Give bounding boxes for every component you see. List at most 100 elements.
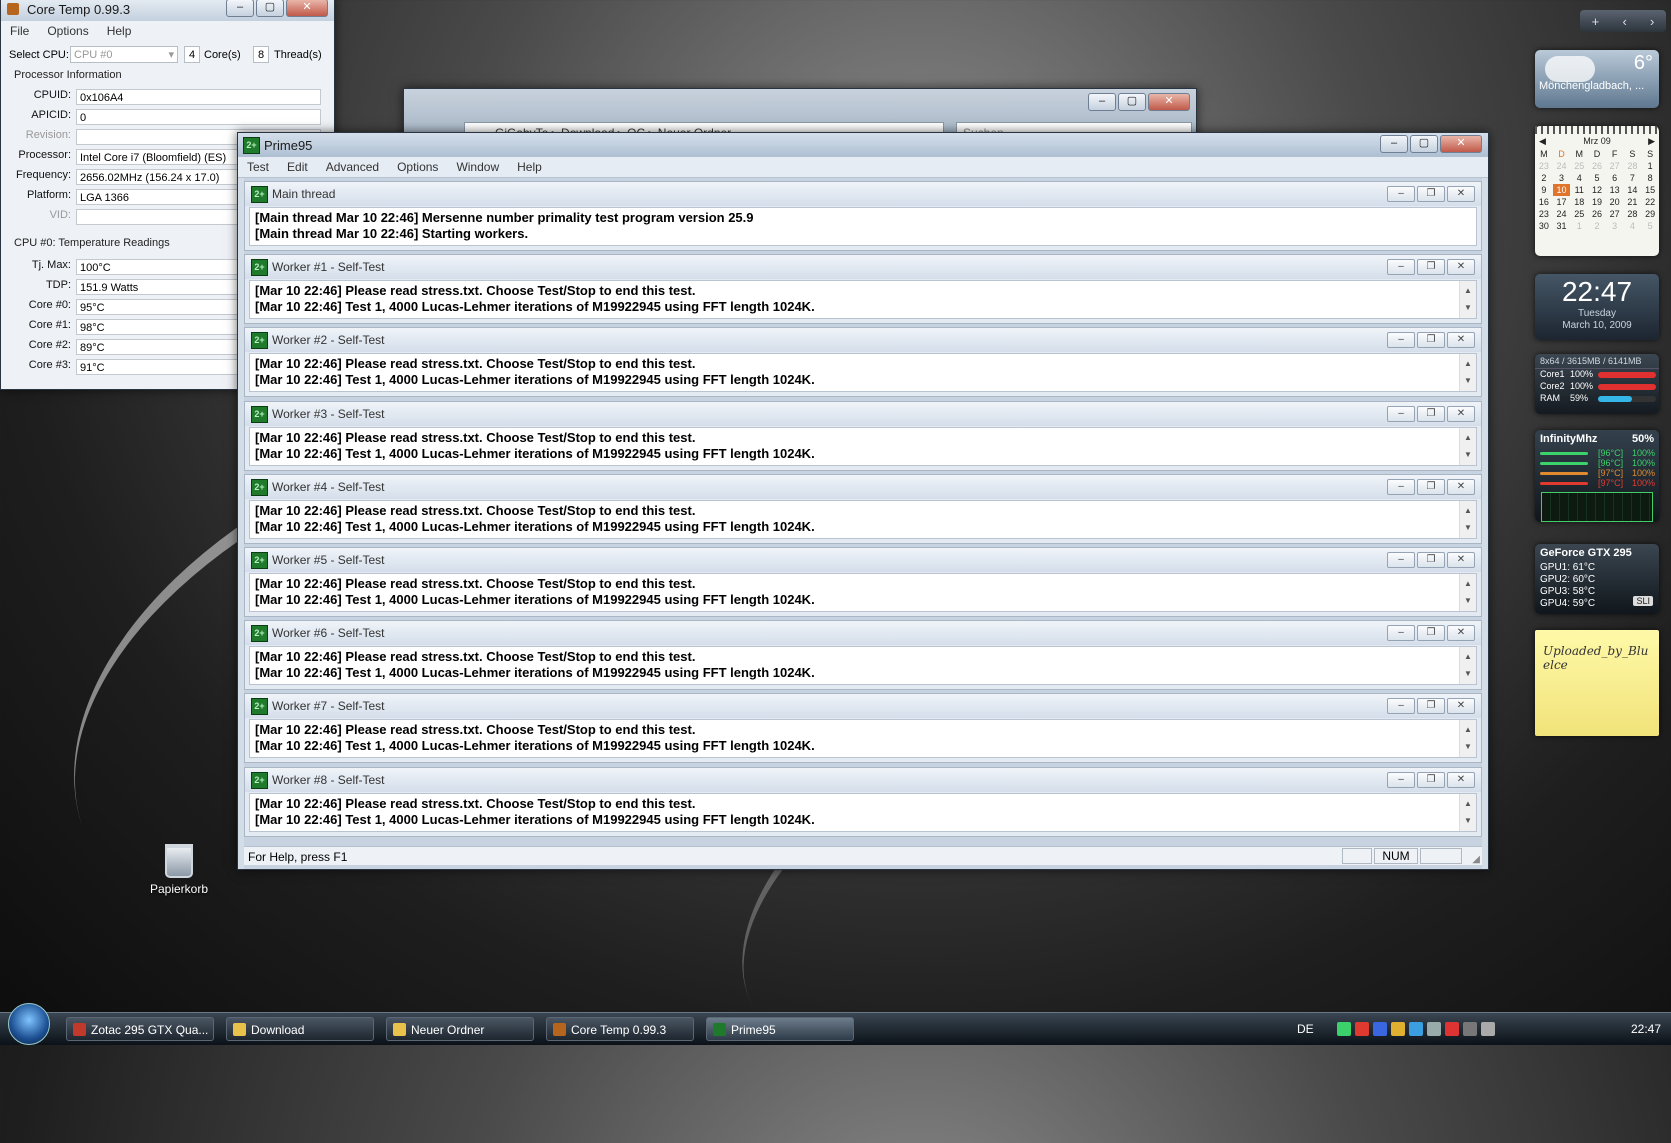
- restore-button[interactable]: ❐: [1417, 478, 1445, 495]
- close-button[interactable]: ✕: [1447, 332, 1475, 349]
- maximize-button[interactable]: ▢: [256, 0, 284, 17]
- close-button[interactable]: ✕: [1447, 259, 1475, 276]
- sticky-note-gadget[interactable]: Uploaded_by_Bluelce: [1535, 630, 1659, 736]
- scroll-down-icon[interactable]: ▼: [1460, 593, 1476, 609]
- close-button[interactable]: ✕: [1447, 771, 1475, 788]
- mdi-titlebar[interactable]: 2+ Main thread – ❐ ✕: [245, 182, 1481, 206]
- minimize-button[interactable]: –: [1387, 405, 1415, 422]
- calendar-day[interactable]: 25: [1570, 208, 1588, 220]
- taskbar-clock[interactable]: 22:47: [1631, 1022, 1661, 1036]
- taskbar-button[interactable]: Prime95: [706, 1017, 854, 1041]
- vertical-scrollbar[interactable]: ▲ ▼: [1459, 647, 1476, 685]
- minimize-button[interactable]: –: [1387, 332, 1415, 349]
- prime95-titlebar[interactable]: 2+ Prime95 – ▢ ✕: [238, 133, 1488, 157]
- taskbar-button[interactable]: Neuer Ordner: [386, 1017, 534, 1041]
- language-indicator[interactable]: DE: [1297, 1022, 1314, 1036]
- close-button[interactable]: ✕: [286, 0, 328, 17]
- mdi-titlebar[interactable]: 2+ Worker #4 - Self-Test – ❐ ✕: [245, 474, 1481, 499]
- mdi-titlebar[interactable]: 2+ Worker #8 - Self-Test – ❐ ✕: [245, 767, 1481, 792]
- scroll-up-icon[interactable]: ▲: [1460, 722, 1476, 738]
- resize-grip-icon[interactable]: ◢: [1472, 854, 1480, 865]
- log-output[interactable]: [Mar 10 22:46] Please read stress.txt. C…: [249, 499, 1477, 539]
- menu-help[interactable]: Help: [98, 24, 141, 38]
- main-thread-window[interactable]: 2+ Main thread – ❐ ✕ [Main thread Mar 10 22:4…: [244, 181, 1482, 251]
- calendar-day[interactable]: 15: [1641, 184, 1659, 196]
- log-output[interactable]: [Mar 10 22:46] Please read stress.txt. C…: [249, 573, 1477, 612]
- close-button[interactable]: ✕: [1447, 625, 1475, 642]
- calendar-day[interactable]: 1: [1570, 220, 1588, 232]
- calendar-day[interactable]: 20: [1606, 196, 1624, 208]
- calendar-day[interactable]: 12: [1588, 184, 1606, 196]
- menu-test[interactable]: Test: [238, 160, 278, 174]
- worker-window-2[interactable]: 2+ Worker #2 - Self-Test – ❐ ✕ [Mar 10 22:46]…: [244, 327, 1482, 398]
- calendar-day[interactable]: 3: [1606, 220, 1624, 232]
- calendar-day[interactable]: 14: [1624, 184, 1642, 196]
- calendar-day[interactable]: 29: [1641, 208, 1659, 220]
- log-output[interactable]: [Main thread Mar 10 22:46] Mersenne numb…: [249, 207, 1477, 246]
- scroll-down-icon[interactable]: ▼: [1460, 300, 1476, 316]
- minimize-button[interactable]: –: [1387, 698, 1415, 715]
- calendar-day[interactable]: 26: [1588, 208, 1606, 220]
- minimize-button[interactable]: –: [1387, 771, 1415, 788]
- calendar-day[interactable]: 17: [1553, 196, 1571, 208]
- calendar-gadget[interactable]: ◀ Mrz 09 ▶ MDMDFSS 23 24 25 26 27 28 1 2 3 4 5 6 7 8 9…: [1535, 126, 1659, 256]
- scroll-up-icon[interactable]: ▲: [1460, 649, 1476, 665]
- mdi-titlebar[interactable]: 2+ Worker #1 - Self-Test – ❐ ✕: [245, 255, 1481, 280]
- vertical-scrollbar[interactable]: ▲ ▼: [1459, 281, 1476, 319]
- scroll-up-icon[interactable]: ▲: [1460, 576, 1476, 592]
- mdi-titlebar[interactable]: 2+ Worker #5 - Self-Test – ❐ ✕: [245, 548, 1481, 572]
- cpu-select[interactable]: CPU #0 ▾: [70, 46, 178, 63]
- minimize-button[interactable]: –: [1380, 135, 1408, 153]
- menu-options[interactable]: Options: [38, 24, 97, 38]
- menu-options[interactable]: Options: [388, 160, 447, 174]
- minimize-button[interactable]: –: [1387, 259, 1415, 276]
- calendar-day[interactable]: 11: [1570, 184, 1588, 196]
- close-button[interactable]: ✕: [1447, 552, 1475, 568]
- mdi-titlebar[interactable]: 2+ Worker #3 - Self-Test – ❐ ✕: [245, 401, 1481, 426]
- calendar-day[interactable]: 18: [1570, 196, 1588, 208]
- mdi-titlebar[interactable]: 2+ Worker #6 - Self-Test – ❐ ✕: [245, 621, 1481, 646]
- next-month-icon[interactable]: ▶: [1648, 136, 1655, 147]
- close-button[interactable]: ✕: [1440, 135, 1482, 153]
- calendar-day[interactable]: 27: [1606, 160, 1624, 172]
- maximize-button[interactable]: ▢: [1410, 135, 1438, 153]
- log-output[interactable]: [Mar 10 22:46] Please read stress.txt. C…: [249, 426, 1477, 466]
- worker-window-1[interactable]: 2+ Worker #1 - Self-Test – ❐ ✕ [Mar 10 22:46]…: [244, 254, 1482, 325]
- calendar-day[interactable]: 28: [1624, 160, 1642, 172]
- close-button[interactable]: ✕: [1447, 698, 1475, 715]
- calendar-day[interactable]: 9: [1535, 184, 1553, 196]
- calendar-day[interactable]: 25: [1570, 160, 1588, 172]
- taskbar-button[interactable]: Zotac 295 GTX Qua...: [66, 1017, 214, 1041]
- calendar-day[interactable]: 5: [1641, 220, 1659, 232]
- minimize-button[interactable]: –: [1387, 625, 1415, 642]
- calendar-day[interactable]: 24: [1553, 208, 1571, 220]
- vertical-scrollbar[interactable]: ▲ ▼: [1459, 574, 1476, 611]
- taskbar-button[interactable]: Core Temp 0.99.3: [546, 1017, 694, 1041]
- calendar-day[interactable]: 2: [1535, 172, 1553, 184]
- calendar-day[interactable]: 2: [1588, 220, 1606, 232]
- worker-window-3[interactable]: 2+ Worker #3 - Self-Test – ❐ ✕ [Mar 10 22:46]…: [244, 400, 1482, 471]
- minimize-button[interactable]: –: [226, 0, 254, 17]
- scroll-down-icon[interactable]: ▼: [1460, 739, 1476, 755]
- menu-edit[interactable]: Edit: [278, 160, 317, 174]
- calendar-day[interactable]: 31: [1553, 220, 1571, 232]
- worker-window-7[interactable]: 2+ Worker #7 - Self-Test – ❐ ✕ [Mar 10 22:46]…: [244, 693, 1482, 764]
- minimize-button[interactable]: –: [1387, 186, 1415, 202]
- maximize-button[interactable]: ▢: [1118, 93, 1146, 111]
- log-output[interactable]: [Mar 10 22:46] Please read stress.txt. C…: [249, 353, 1477, 393]
- mdi-titlebar[interactable]: 2+ Worker #7 - Self-Test – ❐ ✕: [245, 694, 1481, 719]
- core-temp-tray-icon[interactable]: [1355, 1022, 1369, 1036]
- calendar-day[interactable]: 6: [1606, 172, 1624, 184]
- log-output[interactable]: [Mar 10 22:46] Please read stress.txt. C…: [249, 646, 1477, 686]
- calendar-day[interactable]: 22: [1641, 196, 1659, 208]
- scroll-down-icon[interactable]: ▼: [1460, 666, 1476, 682]
- restore-button[interactable]: ❐: [1417, 771, 1445, 788]
- scroll-up-icon[interactable]: ▲: [1460, 430, 1476, 446]
- minimize-button[interactable]: –: [1387, 478, 1415, 495]
- worker-window-8[interactable]: 2+ Worker #8 - Self-Test – ❐ ✕ [Mar 10 22:46]…: [244, 766, 1482, 837]
- calendar-day[interactable]: 16: [1535, 196, 1553, 208]
- tray-icon[interactable]: [1391, 1022, 1405, 1036]
- menu-window[interactable]: Window: [447, 160, 508, 174]
- scroll-up-icon[interactable]: ▲: [1460, 356, 1476, 372]
- calendar-day[interactable]: 23: [1535, 160, 1553, 172]
